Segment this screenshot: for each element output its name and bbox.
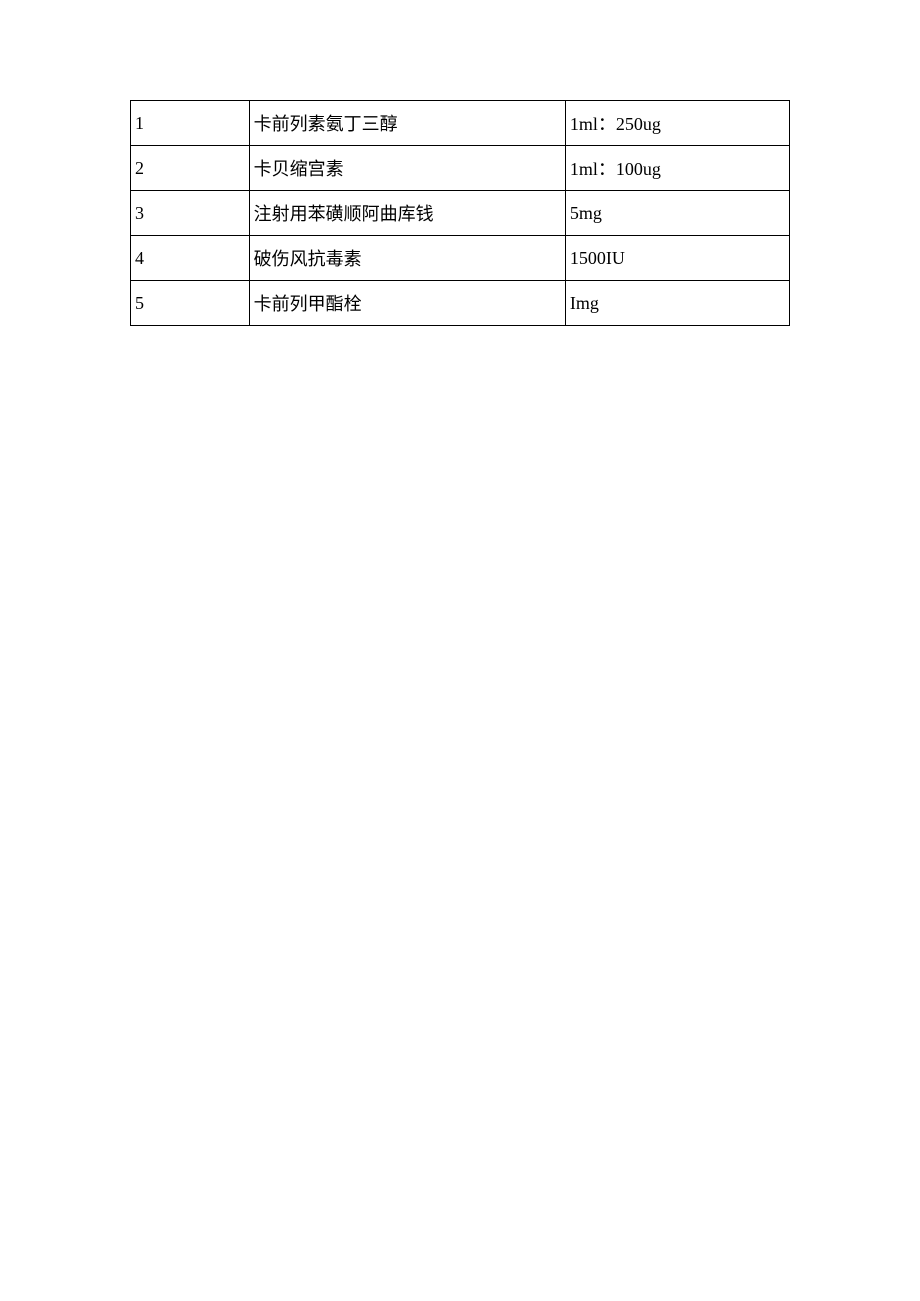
row-index: 4 [131,236,250,281]
medication-spec: 5mg [565,191,789,236]
row-index: 5 [131,281,250,326]
medication-spec: 1500IU [565,236,789,281]
medication-table: 1 卡前列素氨丁三醇 1ml：250ug 2 卡贝缩宫素 1ml：100ug 3… [130,100,790,326]
medication-name: 卡前列甲酯栓 [249,281,565,326]
row-index: 2 [131,146,250,191]
medication-spec: 1ml：250ug [565,101,789,146]
table-row: 2 卡贝缩宫素 1ml：100ug [131,146,790,191]
table-row: 1 卡前列素氨丁三醇 1ml：250ug [131,101,790,146]
medication-name: 卡贝缩宫素 [249,146,565,191]
medication-name: 注射用苯磺顺阿曲库钱 [249,191,565,236]
row-index: 1 [131,101,250,146]
table-row: 4 破伤风抗毒素 1500IU [131,236,790,281]
medication-spec: 1ml：100ug [565,146,789,191]
medication-spec: Img [565,281,789,326]
medication-name: 卡前列素氨丁三醇 [249,101,565,146]
medication-name: 破伤风抗毒素 [249,236,565,281]
table-row: 3 注射用苯磺顺阿曲库钱 5mg [131,191,790,236]
table-row: 5 卡前列甲酯栓 Img [131,281,790,326]
row-index: 3 [131,191,250,236]
